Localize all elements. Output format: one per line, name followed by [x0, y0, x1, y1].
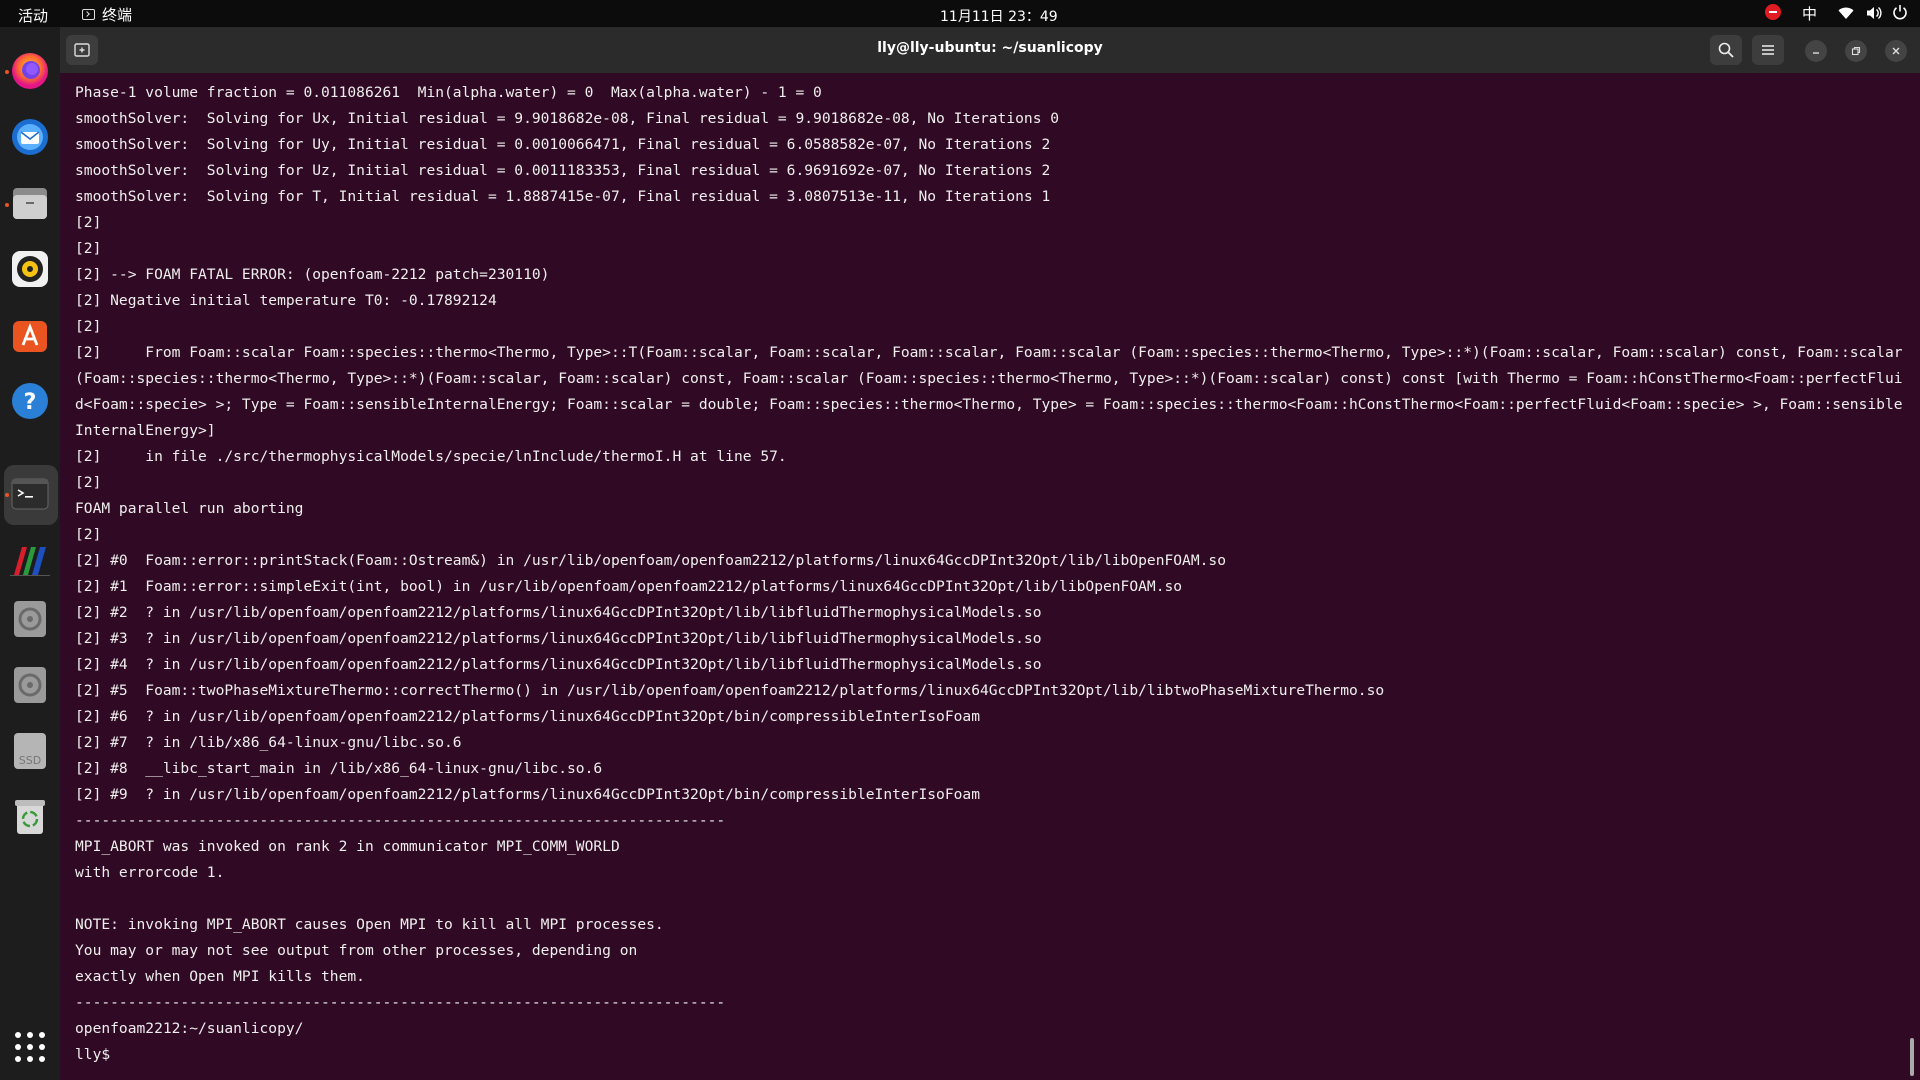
- terminal-line: lly$: [75, 1046, 111, 1063]
- terminal-icon[interactable]: [10, 474, 50, 514]
- app-menu[interactable]: 终端: [82, 4, 132, 25]
- close-icon: [1892, 47, 1900, 55]
- terminal-line: exactly when Open MPI kills them.: [75, 968, 365, 985]
- clock[interactable]: 11月11日 23：49: [940, 6, 1058, 26]
- terminal-line: smoothSolver: Solving for Uz, Initial re…: [75, 162, 1051, 179]
- terminal-line: [2] #0 Foam::error::printStack(Foam::Ost…: [75, 552, 1226, 569]
- restore-icon: [1851, 46, 1861, 56]
- terminal-output[interactable]: Phase-1 volume fraction = 0.011086261 Mi…: [75, 80, 1905, 1070]
- terminal-line: MPI_ABORT was invoked on rank 2 in commu…: [75, 838, 620, 855]
- window-title: lly@lly-ubuntu: ~/suanlicopy: [877, 40, 1103, 56]
- terminal-line: You may or may not see output from other…: [75, 942, 638, 959]
- terminal-line: FOAM parallel run aborting: [75, 500, 304, 517]
- ssd-icon[interactable]: SSD: [10, 731, 50, 771]
- terminal-line: smoothSolver: Solving for Uy, Initial re…: [75, 136, 1051, 153]
- power-icon[interactable]: [1892, 4, 1908, 20]
- maximize-button[interactable]: [1845, 40, 1867, 62]
- close-button[interactable]: [1885, 40, 1907, 62]
- running-indicator: [5, 203, 9, 207]
- disk-icon[interactable]: [10, 599, 50, 639]
- thunderbird-icon[interactable]: [10, 117, 50, 157]
- terminal-line: NOTE: invoking MPI_ABORT causes Open MPI…: [75, 916, 664, 933]
- terminal-line: [2]: [75, 318, 102, 335]
- trash-icon[interactable]: [10, 797, 50, 837]
- terminal-line: smoothSolver: Solving for Ux, Initial re…: [75, 110, 1060, 127]
- search-button[interactable]: [1710, 35, 1742, 65]
- terminal-line: [2]: [75, 214, 102, 231]
- activities-button[interactable]: 活动: [18, 5, 48, 26]
- do-not-disturb-icon[interactable]: [1765, 4, 1781, 20]
- disk-icon[interactable]: [10, 665, 50, 705]
- terminal-line: [2] --> FOAM FATAL ERROR: (openfoam-2212…: [75, 266, 550, 283]
- terminal-headerbar: lly@lly-ubuntu: ~/suanlicopy: [60, 27, 1920, 73]
- terminal-app-icon: [82, 9, 95, 20]
- terminal-line: [2]: [75, 474, 102, 491]
- scrollbar[interactable]: [1910, 1038, 1914, 1076]
- terminal-line: [2] #4 ? in /usr/lib/openfoam/openfoam22…: [75, 656, 1042, 673]
- files-icon[interactable]: [10, 183, 50, 223]
- terminal-line: [2] Negative initial temperature T0: -0.…: [75, 292, 497, 309]
- terminal-line: [2] #5 Foam::twoPhaseMixtureThermo::corr…: [75, 682, 1385, 699]
- dock: ? SSD: [0, 27, 60, 1080]
- rhythmbox-icon[interactable]: [10, 249, 50, 289]
- terminal-line: [2] #8 __libc_start_main in /lib/x86_64-…: [75, 760, 603, 777]
- app-center-icon[interactable]: [10, 315, 50, 355]
- hamburger-menu-icon: [1762, 45, 1774, 55]
- running-indicator: [5, 70, 9, 74]
- svg-text:?: ?: [24, 390, 37, 415]
- terminal-line: [2] #3 ? in /usr/lib/openfoam/openfoam22…: [75, 630, 1042, 647]
- dock-separator: [10, 575, 50, 576]
- terminal-line: openfoam2212:~/suanlicopy/: [75, 1020, 304, 1037]
- minimize-icon: [1813, 52, 1819, 54]
- minimize-button[interactable]: [1805, 40, 1827, 62]
- terminal-line: [2] #9 ? in /usr/lib/openfoam/openfoam22…: [75, 786, 980, 803]
- terminal-line: [2] #2 ? in /usr/lib/openfoam/openfoam22…: [75, 604, 1042, 621]
- terminal-line: [2] #1 Foam::error::simpleExit(int, bool…: [75, 578, 1183, 595]
- help-icon[interactable]: ?: [10, 381, 50, 421]
- terminal-line: [2] From Foam::scalar Foam::species::the…: [75, 344, 1912, 439]
- app-name: 终端: [102, 6, 133, 24]
- terminal-line: Phase-1 volume fraction = 0.011086261 Mi…: [75, 84, 822, 101]
- firefox-icon[interactable]: [10, 51, 50, 91]
- terminal-line: [2] in file ./src/thermophysicalModels/s…: [75, 448, 787, 465]
- terminal-line: ----------------------------------------…: [75, 812, 726, 829]
- top-bar: 活动 终端 11月11日 23：49 中: [0, 0, 1920, 27]
- terminal-line: [2]: [75, 240, 102, 257]
- terminal-line: [2]: [75, 526, 102, 543]
- running-indicator: [5, 493, 9, 497]
- volume-icon[interactable]: [1866, 5, 1882, 21]
- menu-button[interactable]: [1752, 35, 1784, 65]
- terminal-line: with errorcode 1.: [75, 864, 225, 881]
- input-method-indicator[interactable]: 中: [1802, 3, 1817, 24]
- terminal-line: smoothSolver: Solving for T, Initial res…: [75, 188, 1051, 205]
- terminal-line: ----------------------------------------…: [75, 994, 726, 1011]
- terminal-line: [2] #7 ? in /lib/x86_64-linux-gnu/libc.s…: [75, 734, 462, 751]
- search-icon: [1718, 42, 1734, 58]
- terminal-line: [2] #6 ? in /usr/lib/openfoam/openfoam22…: [75, 708, 980, 725]
- wifi-icon[interactable]: [1838, 5, 1854, 21]
- ssd-label: SSD: [19, 754, 41, 767]
- show-apps-grid-icon[interactable]: [10, 1027, 50, 1067]
